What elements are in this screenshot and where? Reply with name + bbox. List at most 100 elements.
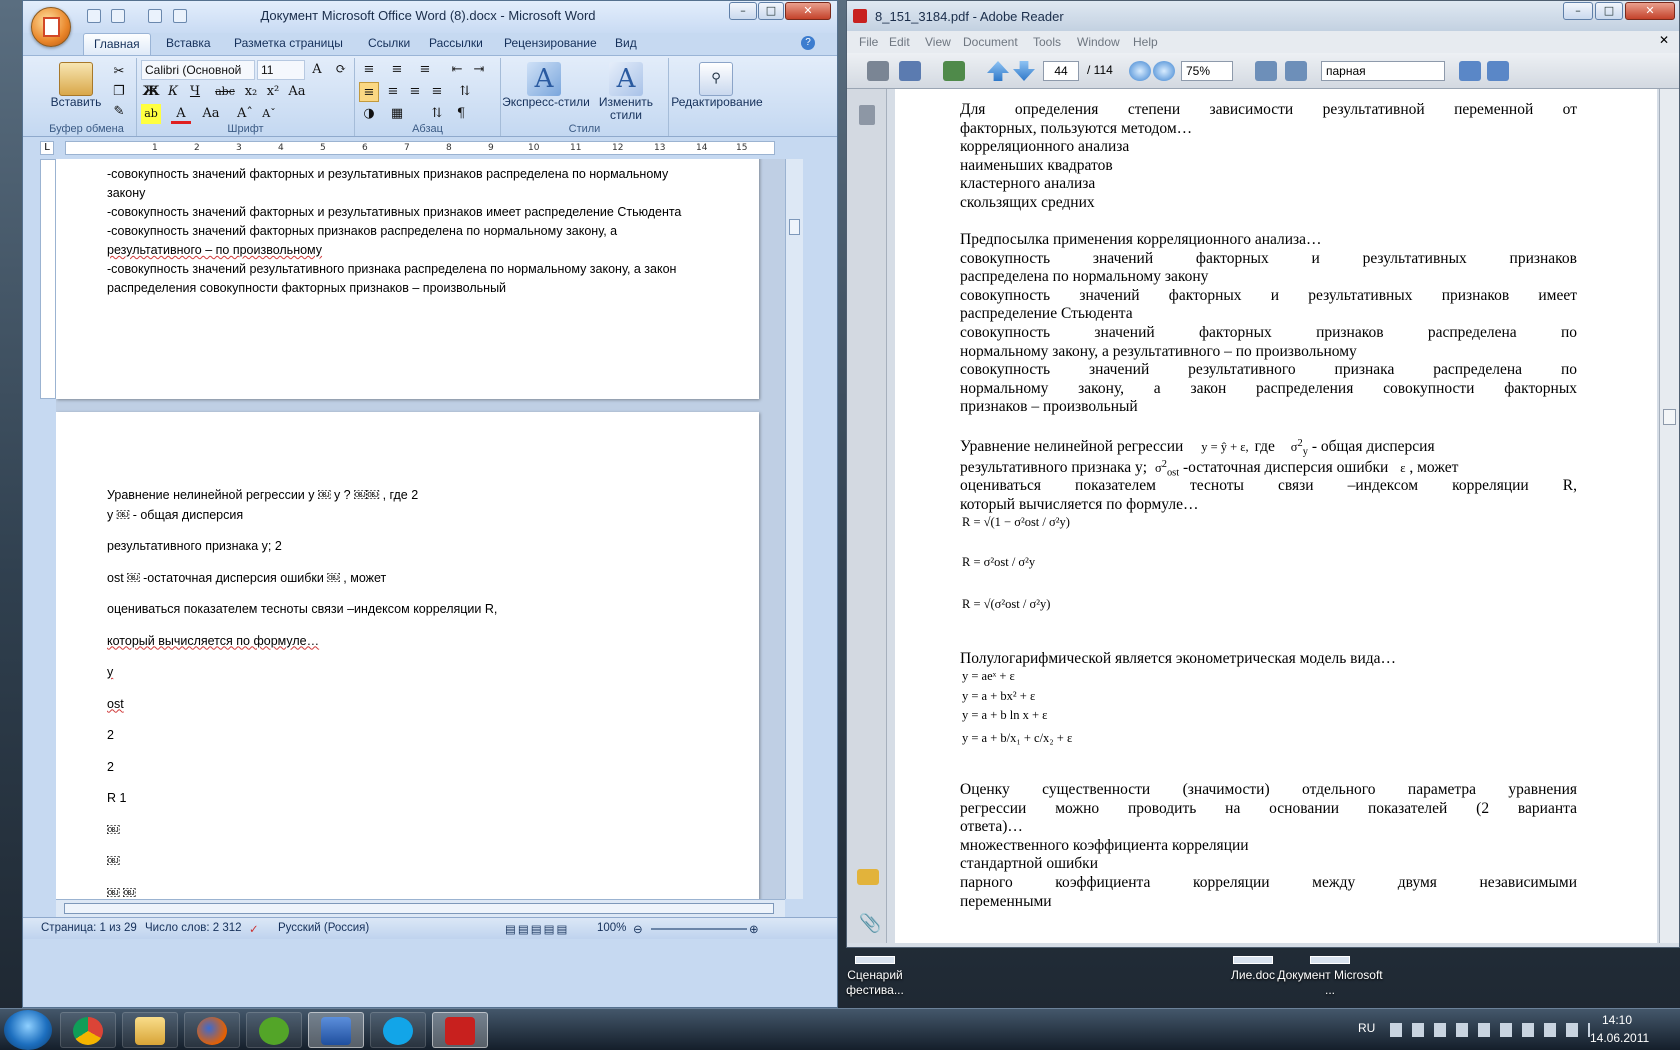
express-styles-icon[interactable]: A [527, 62, 561, 96]
highlight-icon[interactable]: ab [141, 104, 161, 124]
pdf-vertical-scrollbar[interactable] [1659, 89, 1679, 943]
shrink-font-icon[interactable]: Aˇ [259, 104, 279, 124]
sort-icon[interactable]: ⇅ [427, 104, 447, 124]
taskbar-firefox[interactable] [184, 1012, 240, 1048]
clock-date[interactable]: 14.06.2011 [1590, 1031, 1649, 1045]
horizontal-scrollbar[interactable] [56, 899, 785, 917]
zoom-in-icon[interactable]: ⊕ [749, 922, 759, 936]
taskbar-chrome[interactable] [60, 1012, 116, 1048]
close-document-icon[interactable]: ✕ [1659, 33, 1669, 47]
start-button[interactable] [4, 1010, 52, 1050]
menu-edit[interactable]: Edit [889, 35, 910, 49]
cut-icon[interactable]: ✂ [109, 62, 129, 82]
menu-view[interactable]: View [925, 35, 951, 49]
zoom-in-icon[interactable] [1153, 61, 1175, 81]
multilevel-list-icon[interactable]: ≡ [415, 60, 435, 80]
line-spacing-icon[interactable]: ⇅ [455, 82, 475, 102]
pages-panel-icon[interactable] [859, 105, 875, 125]
search-input[interactable]: парная [1321, 61, 1445, 81]
find-previous-icon[interactable] [1459, 61, 1481, 81]
page-number-input[interactable]: 44 [1043, 61, 1079, 81]
numbering-icon[interactable]: ≡ [387, 60, 407, 80]
word-count[interactable]: Число слов: 2 312 [145, 922, 242, 934]
office-button[interactable] [31, 7, 71, 47]
strikethrough-icon[interactable]: abc [215, 82, 235, 102]
view-buttons[interactable]: ▤▤▤▤▤ [505, 922, 569, 936]
paste-icon[interactable] [59, 62, 93, 96]
spellcheck-icon[interactable]: ✓ [249, 922, 259, 936]
language-indicator[interactable]: RU [1358, 1021, 1375, 1035]
print-icon[interactable] [867, 61, 889, 81]
paste-button-label[interactable]: Вставить [49, 96, 103, 109]
customize-qat-icon[interactable] [173, 9, 187, 23]
italic-icon[interactable]: К [163, 82, 183, 102]
change-styles-button-label[interactable]: Изменить стили [593, 96, 659, 122]
desktop-icon-ms-document[interactable]: Документ Microsoft ... [1275, 956, 1385, 998]
justify-icon[interactable]: ≡ [427, 82, 447, 102]
minimize-button[interactable]: – [1563, 2, 1593, 20]
tab-selector-icon[interactable]: L [40, 141, 54, 155]
scroll-thumb[interactable] [789, 219, 800, 235]
attachments-icon[interactable]: 📎 [859, 913, 881, 934]
find-next-icon[interactable] [1487, 61, 1509, 81]
tab-home[interactable]: Главная [83, 33, 151, 55]
horizontal-ruler[interactable]: L 1 2 3 4 5 6 7 8 9 10 11 12 13 14 15 [23, 137, 837, 159]
font-name-select[interactable]: Calibri (Основной те [141, 60, 255, 95]
editing-button-label[interactable]: Редактирование [671, 96, 763, 109]
menu-file[interactable]: File [859, 35, 878, 49]
share-icon[interactable] [943, 61, 965, 81]
tab-review[interactable]: Рецензирование [504, 36, 597, 50]
grow-font-icon[interactable]: A [307, 60, 327, 80]
taskbar-word[interactable] [308, 1012, 364, 1048]
change-case-2-icon[interactable]: Aa [201, 104, 221, 124]
shading-icon[interactable]: ◑ [359, 104, 379, 124]
bullets-icon[interactable]: ≡ [359, 60, 379, 80]
align-right-icon[interactable]: ≡ [405, 82, 425, 102]
zoom-slider[interactable] [651, 928, 747, 930]
vertical-ruler[interactable] [40, 159, 56, 399]
pilcrow-icon[interactable]: ¶ [451, 104, 471, 124]
underline-icon[interactable]: Ч [185, 82, 205, 102]
clear-format-icon[interactable]: ⟳ [331, 60, 351, 80]
language-indicator[interactable]: Русский (Россия) [278, 922, 369, 934]
undo-icon[interactable] [111, 9, 125, 23]
clock-time[interactable]: 14:10 [1602, 1013, 1632, 1027]
redo-icon[interactable] [148, 9, 162, 23]
fit-page-icon[interactable] [1255, 61, 1277, 81]
change-case-icon[interactable]: Aa [287, 82, 307, 102]
menu-document[interactable]: Document [963, 35, 1018, 49]
borders-icon[interactable]: ▦ [387, 104, 407, 124]
bold-icon[interactable]: Ж [141, 82, 161, 102]
change-styles-icon[interactable]: A [609, 62, 643, 96]
format-painter-icon[interactable]: ✎ [109, 102, 129, 122]
vertical-scrollbar[interactable] [785, 159, 803, 899]
tab-page-layout[interactable]: Разметка страницы [234, 36, 343, 50]
comments-icon[interactable] [857, 869, 879, 885]
taskbar-explorer[interactable] [122, 1012, 178, 1048]
document-area[interactable]: -совокупность значений факторных и резул… [56, 159, 785, 899]
close-button[interactable]: ✕ [785, 2, 831, 20]
zoom-level[interactable]: 100% [597, 922, 626, 934]
taskbar-utorrent[interactable] [246, 1012, 302, 1048]
scroll-thumb[interactable] [1663, 409, 1676, 425]
tray-icons[interactable] [1390, 1023, 1590, 1037]
copy-icon[interactable]: ❐ [109, 82, 129, 102]
increase-indent-icon[interactable]: ⇥ [469, 60, 489, 80]
font-color-icon[interactable]: A [171, 104, 191, 124]
save-icon[interactable] [87, 9, 101, 23]
help-icon[interactable]: ? [801, 36, 815, 50]
zoom-out-icon[interactable]: ⊖ [633, 922, 643, 936]
taskbar-adobe-reader[interactable] [432, 1012, 488, 1048]
maximize-button[interactable]: □ [1595, 2, 1623, 20]
menu-window[interactable]: Window [1077, 35, 1120, 49]
align-left-icon[interactable]: ≡ [359, 82, 379, 102]
next-page-icon[interactable] [1013, 61, 1035, 81]
superscript-icon[interactable]: x² [263, 82, 283, 102]
menu-help[interactable]: Help [1133, 35, 1158, 49]
pdf-page[interactable]: Для определения степени зависимости резу… [895, 89, 1657, 943]
tab-references[interactable]: Ссылки [368, 36, 410, 50]
zoom-out-icon[interactable] [1129, 61, 1151, 81]
menu-tools[interactable]: Tools [1033, 35, 1061, 49]
taskbar-skype[interactable] [370, 1012, 426, 1048]
subscript-icon[interactable]: x₂ [241, 82, 261, 102]
